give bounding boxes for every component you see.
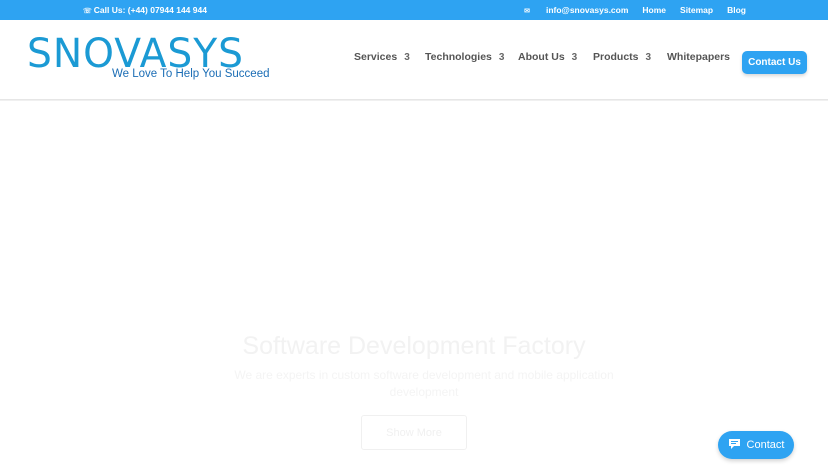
chat-label: Contact [746, 439, 785, 451]
phone-contact[interactable]: ☏ Call Us: (+44) 07944 144 944 [83, 5, 207, 15]
nav-item-label: Products [593, 51, 639, 63]
hero-title: Software Development Factory [242, 332, 586, 360]
nav-item-label: About Us [518, 51, 565, 63]
nav-item-about-us[interactable]: About Us 3 [518, 51, 577, 63]
contact-us-button[interactable]: Contact Us [742, 51, 807, 74]
topbar-link-home[interactable]: Home [642, 5, 666, 15]
nav-item-label: Technologies [425, 51, 492, 63]
nav-item-services[interactable]: Services 3 [354, 51, 410, 63]
email-contact[interactable]: ✉ info@snovasys.com [524, 5, 628, 15]
logo[interactable]: SNOVASYS We Love To Help You Succeed [27, 32, 277, 85]
nav-item-label: Services [354, 51, 398, 63]
topbar-link-sitemap[interactable]: Sitemap [680, 5, 713, 15]
logo-tagline: We Love To Help You Succeed [112, 68, 270, 80]
hero-subtitle: We are experts in custom software develo… [234, 368, 614, 399]
nav-item-technologies[interactable]: Technologies 3 [425, 51, 504, 63]
dropdown-arrow-icon: 3 [498, 51, 505, 63]
nav-item-label: Whitepapers [667, 51, 731, 63]
chat-bubble-icon [728, 438, 741, 453]
site-header: SNOVASYS We Love To Help You Succeed Ser… [0, 20, 828, 100]
dropdown-arrow-icon: 3 [645, 51, 652, 63]
chat-contact-button[interactable]: Contact [718, 431, 794, 459]
nav-item-whitepapers[interactable]: Whitepapers [667, 51, 730, 63]
dropdown-arrow-icon: 3 [571, 51, 578, 63]
envelope-icon: ✉ [524, 8, 530, 15]
top-bar: ☏ Call Us: (+44) 07944 144 944 ✉ info@snov… [0, 0, 828, 20]
show-more-button[interactable]: Show More [361, 415, 467, 450]
dropdown-arrow-icon: 3 [404, 51, 410, 63]
nav-item-products[interactable]: Products 3 [593, 51, 651, 63]
phone-icon: ☏ [83, 8, 92, 15]
phone-label: Call Us: (+44) 07944 144 944 [93, 5, 207, 15]
topbar-link-blog[interactable]: Blog [727, 5, 746, 15]
email-label: info@snovasys.com [545, 5, 629, 15]
